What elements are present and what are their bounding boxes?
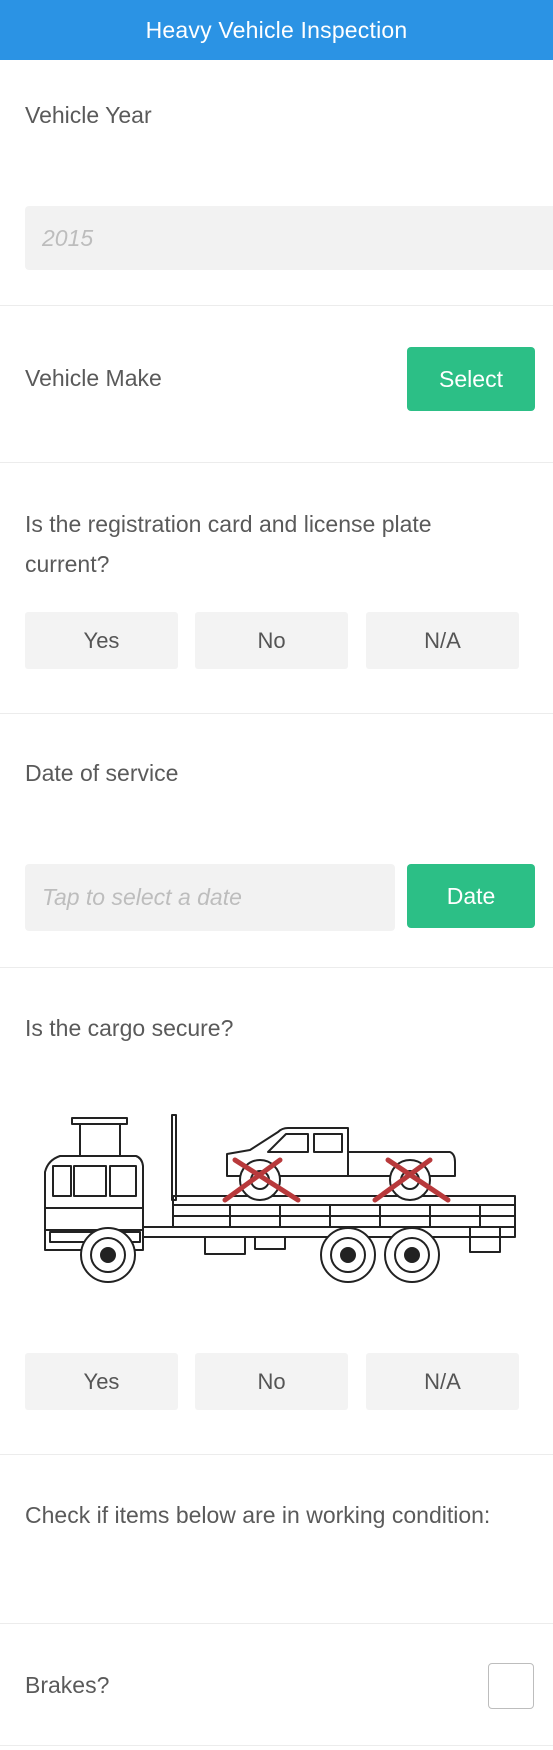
divider — [0, 305, 553, 306]
service-date-label: Date of service — [25, 760, 179, 786]
truck-cargo-illustration — [44, 1114, 516, 1283]
brakes-label: Brakes? — [25, 1672, 110, 1698]
vehicle-year-input[interactable]: 2015 — [25, 206, 553, 270]
vehicle-year-label: Vehicle Year — [25, 102, 152, 128]
cargo-yes-button[interactable]: Yes — [25, 1353, 178, 1410]
divider — [0, 462, 553, 463]
divider — [0, 713, 553, 714]
divider — [0, 1623, 553, 1624]
registration-na-button[interactable]: N/A — [366, 612, 519, 669]
brakes-checkbox[interactable] — [488, 1663, 534, 1709]
service-date-input[interactable]: Tap to select a date — [25, 864, 395, 931]
page-title: Heavy Vehicle Inspection — [145, 16, 408, 43]
registration-yes-button[interactable]: Yes — [25, 612, 178, 669]
registration-no-button[interactable]: No — [195, 612, 348, 669]
vehicle-make-label: Vehicle Make — [25, 365, 162, 391]
cargo-no-button[interactable]: No — [195, 1353, 348, 1410]
cargo-na-button[interactable]: N/A — [366, 1353, 519, 1410]
vehicle-make-select-button[interactable]: Select — [407, 347, 535, 411]
service-date-button[interactable]: Date — [407, 864, 535, 928]
cargo-question: Is the cargo secure? — [25, 1015, 234, 1041]
vehicle-year-placeholder: 2015 — [42, 224, 94, 251]
service-date-placeholder: Tap to select a date — [42, 884, 242, 910]
registration-question-line2: current? — [25, 551, 110, 577]
app-header: Heavy Vehicle Inspection — [0, 0, 553, 60]
divider — [0, 1745, 553, 1746]
registration-question-line1: Is the registration card and license pla… — [25, 511, 432, 537]
checklist-heading: Check if items below are in working cond… — [25, 1502, 491, 1528]
divider — [0, 1454, 553, 1455]
form-container: Vehicle Year 2015 Vehicle Make Select Is… — [0, 60, 553, 1750]
divider — [0, 967, 553, 968]
